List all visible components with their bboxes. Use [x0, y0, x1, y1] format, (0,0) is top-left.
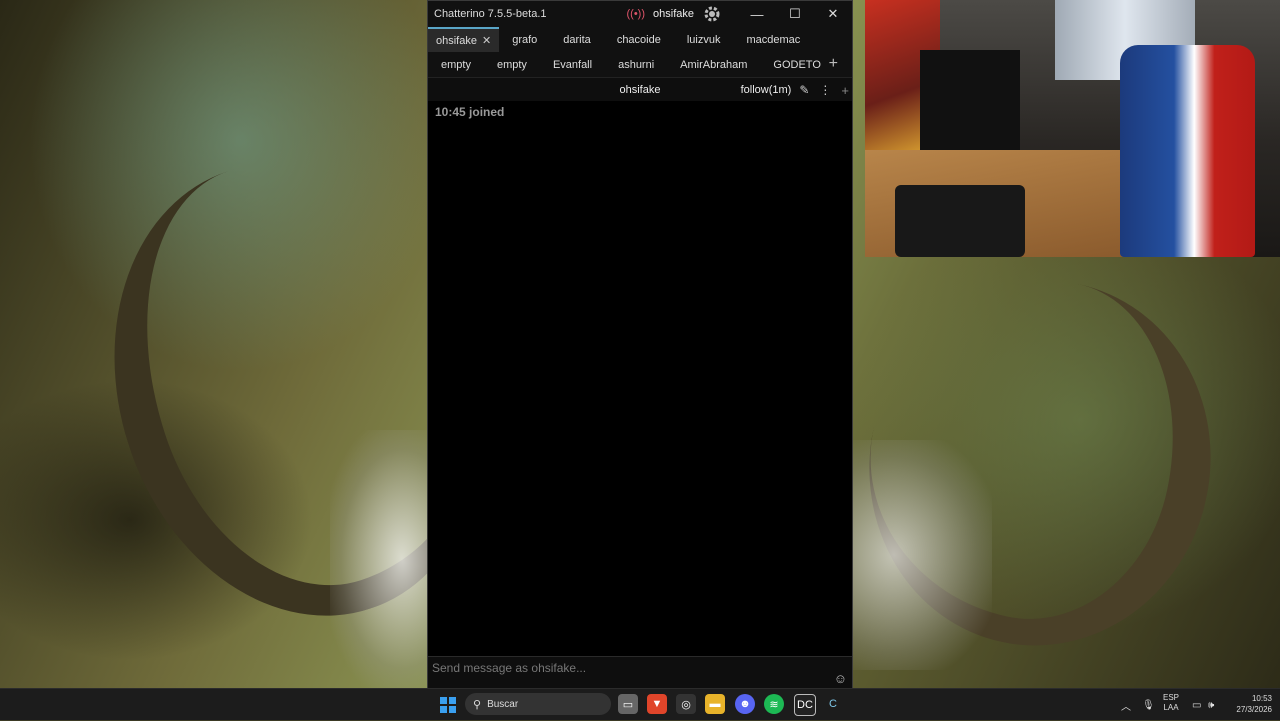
clock-time: 10:53: [1251, 694, 1272, 703]
microphone-icon[interactable]: 🎙: [1142, 689, 1155, 721]
maximize-button[interactable]: ☐: [776, 1, 814, 27]
tab-label: luizvuk: [686, 33, 721, 46]
channel-name[interactable]: ohsifake: [620, 84, 661, 96]
search-placeholder: Buscar: [487, 698, 519, 710]
chatterino-icon[interactable]: C: [823, 694, 843, 714]
webcam-mousepad: [895, 185, 1025, 257]
language-code: ESP: [1163, 693, 1180, 702]
minimize-button[interactable]: —: [738, 1, 776, 27]
system-message: 10:45 joined: [435, 105, 505, 119]
moderation-pen-icon[interactable]: ✎: [799, 83, 809, 97]
tab-label: ohsifake: [436, 34, 477, 47]
message-input-bar[interactable]: Send message as ohsifake... ☺: [428, 656, 852, 688]
wallpaper-fur-right: [852, 440, 992, 670]
webcam-overlay: [865, 0, 1280, 257]
tab-label: macdemac: [746, 33, 801, 46]
tab-empty-2[interactable]: empty: [484, 52, 540, 77]
brave-icon[interactable]: ▼: [647, 694, 667, 714]
account-switcher[interactable]: ohsifake: [653, 8, 694, 20]
emoji-icon[interactable]: ☺: [834, 671, 847, 686]
tab-amirabraham[interactable]: AmirAbraham: [667, 52, 760, 77]
more-options-icon[interactable]: ⋮: [819, 83, 831, 97]
tab-label: ashurni: [618, 58, 655, 71]
tab-ohsifake[interactable]: ohsifake ✕: [428, 27, 500, 52]
tab-empty-1[interactable]: empty: [428, 52, 484, 77]
tab-label: empty: [441, 58, 471, 71]
chat-area[interactable]: 10:45 joined: [428, 101, 852, 657]
tab-label: Evanfall: [552, 58, 593, 71]
tab-close-icon[interactable]: ✕: [482, 34, 491, 47]
taskbar-search[interactable]: ⚲ Buscar: [465, 693, 611, 715]
show-hidden-icons[interactable]: ︿: [1121, 689, 1131, 721]
close-button[interactable]: ✕: [814, 1, 852, 27]
title-bar[interactable]: Chatterino 7.5.5-beta.1 ((•)) ohsifake —…: [428, 1, 852, 27]
tab-label: GODETO: [773, 58, 821, 71]
search-icon: ⚲: [473, 698, 482, 711]
tab-row-2: empty empty Evanfall ashurni AmirAbraham…: [428, 52, 852, 77]
webcam-chair: [1120, 45, 1255, 257]
tab-darita[interactable]: darita: [550, 27, 604, 52]
tab-label: darita: [563, 33, 591, 46]
tab-macdemac[interactable]: macdemac: [733, 27, 813, 52]
folder-icon[interactable]: ▬: [705, 694, 725, 714]
gear-icon[interactable]: [702, 4, 722, 24]
chatterino-window: Chatterino 7.5.5-beta.1 ((•)) ohsifake —…: [427, 0, 853, 688]
tab-label: empty: [496, 58, 527, 71]
live-broadcast-icon[interactable]: ((•)): [627, 8, 646, 20]
tab-label: AmirAbraham: [680, 58, 748, 71]
webcam-sign: [920, 50, 1020, 150]
tab-grafo[interactable]: grafo: [499, 27, 550, 52]
volume-icon[interactable]: 🕪: [1208, 689, 1214, 721]
split-header: ohsifake follow(1m) ✎ ⋮ +: [428, 77, 852, 102]
tab-godeto[interactable]: GODETO: [760, 52, 833, 77]
language-indicator[interactable]: ESP LAA: [1163, 693, 1179, 713]
spotify-icon[interactable]: ≋: [764, 694, 784, 714]
keyboard-layout: LAA: [1163, 703, 1179, 712]
chromium-icon[interactable]: ◎: [676, 694, 696, 714]
tab-evanfall[interactable]: Evanfall: [540, 52, 605, 77]
taskbar: ⚲ Buscar ▭ ▼ ◎ ▬ ☻ ≋ DC C ︿ 🎙 ESP LAA ▭ …: [0, 688, 1280, 720]
file-explorer-icon[interactable]: ▭: [618, 694, 638, 714]
window-title: Chatterino 7.5.5-beta.1: [434, 8, 547, 20]
discord-icon[interactable]: ☻: [735, 694, 755, 714]
add-tab-icon[interactable]: +: [829, 55, 838, 73]
tab-row-1: ohsifake ✕ grafo darita chacoide luizvuk…: [428, 27, 852, 52]
tab-chacoide[interactable]: chacoide: [604, 27, 674, 52]
dc-icon[interactable]: DC: [794, 694, 816, 716]
system-clock[interactable]: 10:53 27/3/2026: [1236, 693, 1272, 715]
network-icon[interactable]: ▭: [1192, 689, 1201, 721]
tab-label: grafo: [512, 33, 538, 46]
tab-luizvuk[interactable]: luizvuk: [674, 27, 734, 52]
clock-date: 27/3/2026: [1236, 705, 1272, 714]
message-input[interactable]: Send message as ohsifake...: [432, 661, 586, 675]
tab-label: chacoide: [616, 33, 661, 46]
windows-start-icon[interactable]: [440, 697, 456, 713]
follow-mode-label[interactable]: follow(1m): [741, 84, 792, 96]
add-split-icon[interactable]: +: [841, 83, 849, 98]
tab-ashurni[interactable]: ashurni: [605, 52, 667, 77]
